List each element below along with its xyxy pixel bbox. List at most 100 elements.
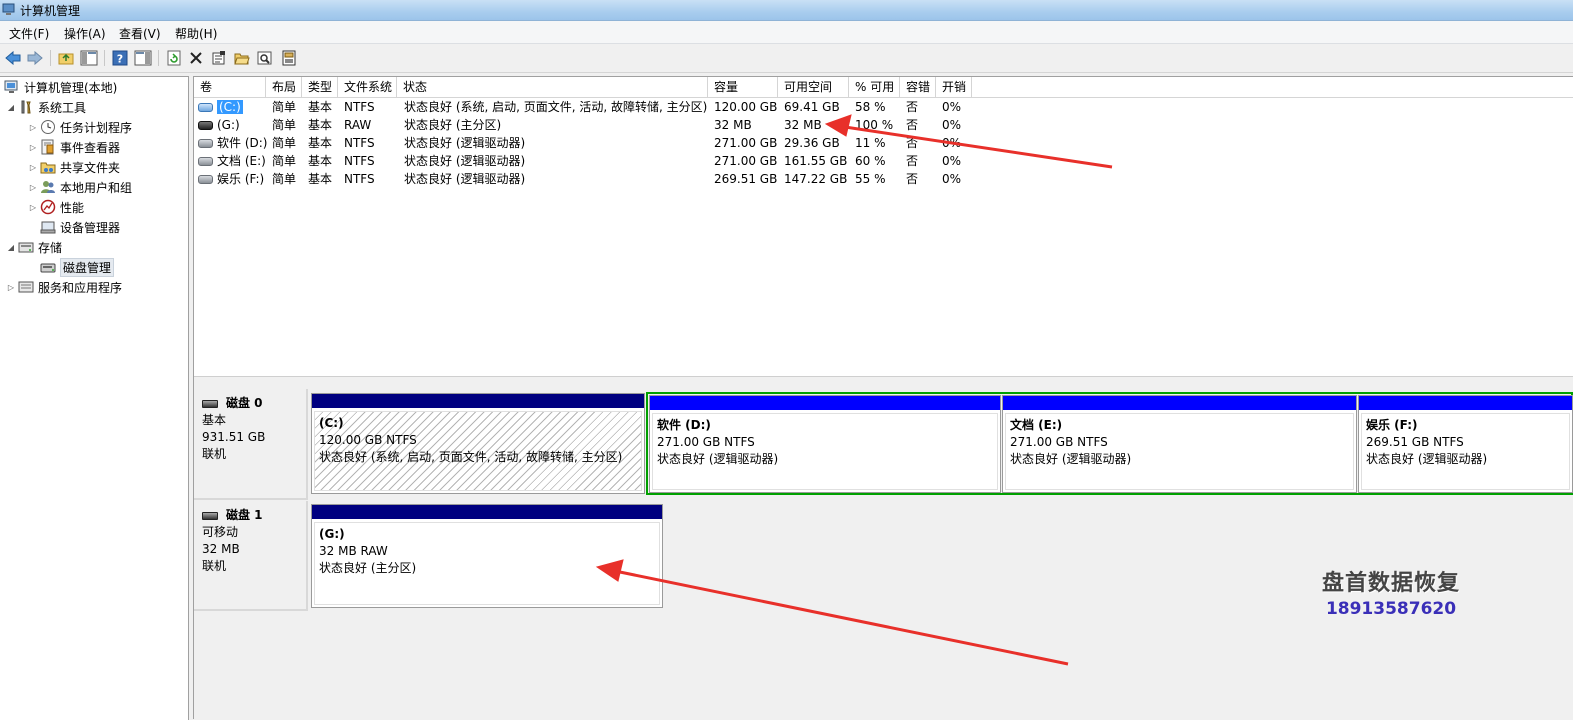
- collapse-arrow-icon[interactable]: ◢: [6, 243, 16, 252]
- column-header-volume[interactable]: 卷: [194, 77, 266, 97]
- open-icon[interactable]: [233, 49, 251, 67]
- menu-view[interactable]: 查看(V): [119, 25, 161, 42]
- tree-item-shared-folders[interactable]: ▷ 共享文件夹: [28, 158, 120, 176]
- expand-arrow-icon[interactable]: ▷: [28, 143, 38, 152]
- expand-arrow-icon[interactable]: ▷: [28, 203, 38, 212]
- tree-item-event-viewer[interactable]: ▷ 事件查看器: [28, 138, 120, 156]
- tree-item-services-apps[interactable]: ▷ 服务和应用程序: [6, 278, 122, 296]
- partition-status: 状态良好 (逻辑驱动器): [1010, 452, 1132, 466]
- back-icon[interactable]: [4, 49, 22, 67]
- disk-size: 32 MB: [202, 542, 240, 556]
- event-viewer-icon: [40, 139, 56, 155]
- volume-name: 文档 (E:): [217, 154, 266, 168]
- disk-state: 联机: [202, 559, 227, 573]
- tree-item-device-manager[interactable]: 设备管理器: [28, 218, 120, 236]
- tree-item-performance[interactable]: ▷ 性能: [28, 198, 84, 216]
- tree-item-disk-management[interactable]: 磁盘管理: [28, 257, 115, 277]
- menu-file[interactable]: 文件(F): [9, 25, 49, 42]
- show-hide-action-icon[interactable]: [134, 49, 152, 67]
- volume-icon: [198, 175, 213, 184]
- menu-action[interactable]: 操作(A): [64, 25, 106, 42]
- partition-f[interactable]: 娱乐 (F:) 269.51 GB NTFS 状态良好 (逻辑驱动器): [1358, 395, 1573, 493]
- cell-overhead: 0%: [942, 100, 962, 114]
- logical-drive-bar: [650, 396, 1000, 410]
- table-row[interactable]: 文档 (E:) 简单 基本 NTFS 状态良好 (逻辑驱动器) 271.00 G…: [194, 152, 994, 170]
- up-folder-icon[interactable]: [57, 49, 75, 67]
- partition-name: 娱乐 (F:): [1366, 418, 1418, 432]
- computer-management-icon: [4, 79, 20, 95]
- tree-item-local-users[interactable]: ▷ 本地用户和组: [28, 178, 132, 196]
- tree-label-task-scheduler: 任务计划程序: [60, 120, 133, 135]
- disk-management-icon: [40, 259, 56, 275]
- properties-icon[interactable]: [210, 49, 228, 67]
- show-hide-tree-icon[interactable]: [80, 49, 98, 67]
- cell-status: 状态良好 (系统, 启动, 页面文件, 活动, 故障转储, 主分区): [404, 100, 708, 114]
- help-icon[interactable]: ?: [111, 49, 129, 67]
- expand-arrow-icon[interactable]: ▷: [28, 163, 38, 172]
- disk-size: 931.51 GB: [202, 430, 266, 444]
- forward-icon[interactable]: [26, 49, 44, 67]
- cell-fault-tolerance: 否: [906, 118, 919, 132]
- table-row[interactable]: (G:) 简单 基本 RAW 状态良好 (主分区) 32 MB 32 MB 10…: [194, 116, 994, 134]
- disk-0-label[interactable]: 磁盘 0 基本 931.51 GB 联机: [194, 389, 308, 500]
- collapse-arrow-icon[interactable]: ◢: [6, 103, 16, 112]
- tools-icon: [18, 99, 34, 115]
- disk-icon: [202, 399, 218, 408]
- disk-1-label[interactable]: 磁盘 1 可移动 32 MB 联机: [194, 501, 308, 611]
- table-row[interactable]: (C:) 简单 基本 NTFS 状态良好 (系统, 启动, 页面文件, 活动, …: [194, 98, 994, 116]
- column-header-capacity[interactable]: 容量: [708, 77, 778, 97]
- cell-status: 状态良好 (逻辑驱动器): [404, 154, 526, 168]
- column-header-type[interactable]: 类型: [302, 77, 338, 97]
- column-header-overhead[interactable]: 开销: [936, 77, 972, 97]
- menu-help[interactable]: 帮助(H): [175, 25, 217, 42]
- tree-item-storage[interactable]: ◢ 存储: [6, 238, 62, 256]
- cell-layout: 简单: [272, 118, 297, 132]
- primary-partition-bar: [312, 394, 644, 408]
- table-row[interactable]: 软件 (D:) 简单 基本 NTFS 状态良好 (逻辑驱动器) 271.00 G…: [194, 134, 994, 152]
- tree-item-system-tools[interactable]: ◢ 系统工具: [6, 98, 86, 116]
- column-header-status[interactable]: 状态: [397, 77, 708, 97]
- volume-icon: [198, 139, 213, 148]
- cell-type: 基本: [308, 136, 333, 150]
- cell-free-space: 69.41 GB: [784, 100, 840, 114]
- expand-arrow-icon[interactable]: ▷: [28, 183, 38, 192]
- menu-bar: 文件(F) 操作(A) 查看(V) 帮助(H): [0, 21, 1573, 44]
- cell-overhead: 0%: [942, 118, 962, 132]
- watermark-phone: 18913587620: [1325, 599, 1457, 619]
- column-header-free-space[interactable]: 可用空间: [778, 77, 849, 97]
- watermark-name: 盘首数据恢复: [1322, 571, 1461, 596]
- delete-icon[interactable]: [187, 49, 205, 67]
- partition-name: 软件 (D:): [657, 418, 711, 432]
- column-header-layout[interactable]: 布局: [266, 77, 302, 97]
- tree-label-local-users: 本地用户和组: [60, 180, 133, 195]
- expand-arrow-icon[interactable]: ▷: [28, 123, 38, 132]
- search-icon[interactable]: [256, 49, 274, 67]
- cell-layout: 简单: [272, 100, 297, 114]
- partition-e[interactable]: 文档 (E:) 271.00 GB NTFS 状态良好 (逻辑驱动器): [1002, 395, 1357, 493]
- column-header-filesystem[interactable]: 文件系统: [338, 77, 397, 97]
- refresh-icon[interactable]: [165, 49, 183, 67]
- partition-size: 32 MB RAW: [319, 544, 388, 558]
- cell-percent-free: 11 %: [855, 136, 886, 150]
- export-icon[interactable]: [280, 49, 298, 67]
- partition-d[interactable]: 软件 (D:) 271.00 GB NTFS 状态良好 (逻辑驱动器): [649, 395, 1001, 493]
- column-header-fault-tolerance[interactable]: 容错: [900, 77, 936, 97]
- disk-icon: [202, 511, 218, 520]
- disk-state: 联机: [202, 447, 227, 461]
- partition-c[interactable]: (C:) 120.00 GB NTFS 状态良好 (系统, 启动, 页面文件, …: [311, 393, 645, 494]
- cell-overhead: 0%: [942, 172, 962, 186]
- tree-label-performance: 性能: [60, 200, 85, 215]
- volume-name: 软件 (D:): [217, 136, 268, 150]
- cell-capacity: 32 MB: [714, 118, 752, 132]
- partition-g[interactable]: (G:) 32 MB RAW 状态良好 (主分区): [311, 504, 663, 608]
- tree-item-task-scheduler[interactable]: ▷ 任务计划程序: [28, 118, 132, 136]
- volume-icon: [198, 157, 213, 166]
- tree-root[interactable]: 计算机管理(本地): [4, 78, 117, 96]
- cell-type: 基本: [308, 154, 333, 168]
- table-row[interactable]: 娱乐 (F:) 简单 基本 NTFS 状态良好 (逻辑驱动器) 269.51 G…: [194, 170, 994, 188]
- expand-arrow-icon[interactable]: ▷: [6, 283, 16, 292]
- column-header-percent-free[interactable]: % 可用: [849, 77, 900, 97]
- volume-name: (G:): [217, 118, 240, 132]
- tree-label-event-viewer: 事件查看器: [60, 140, 121, 155]
- partition-size: 120.00 GB NTFS: [319, 433, 417, 447]
